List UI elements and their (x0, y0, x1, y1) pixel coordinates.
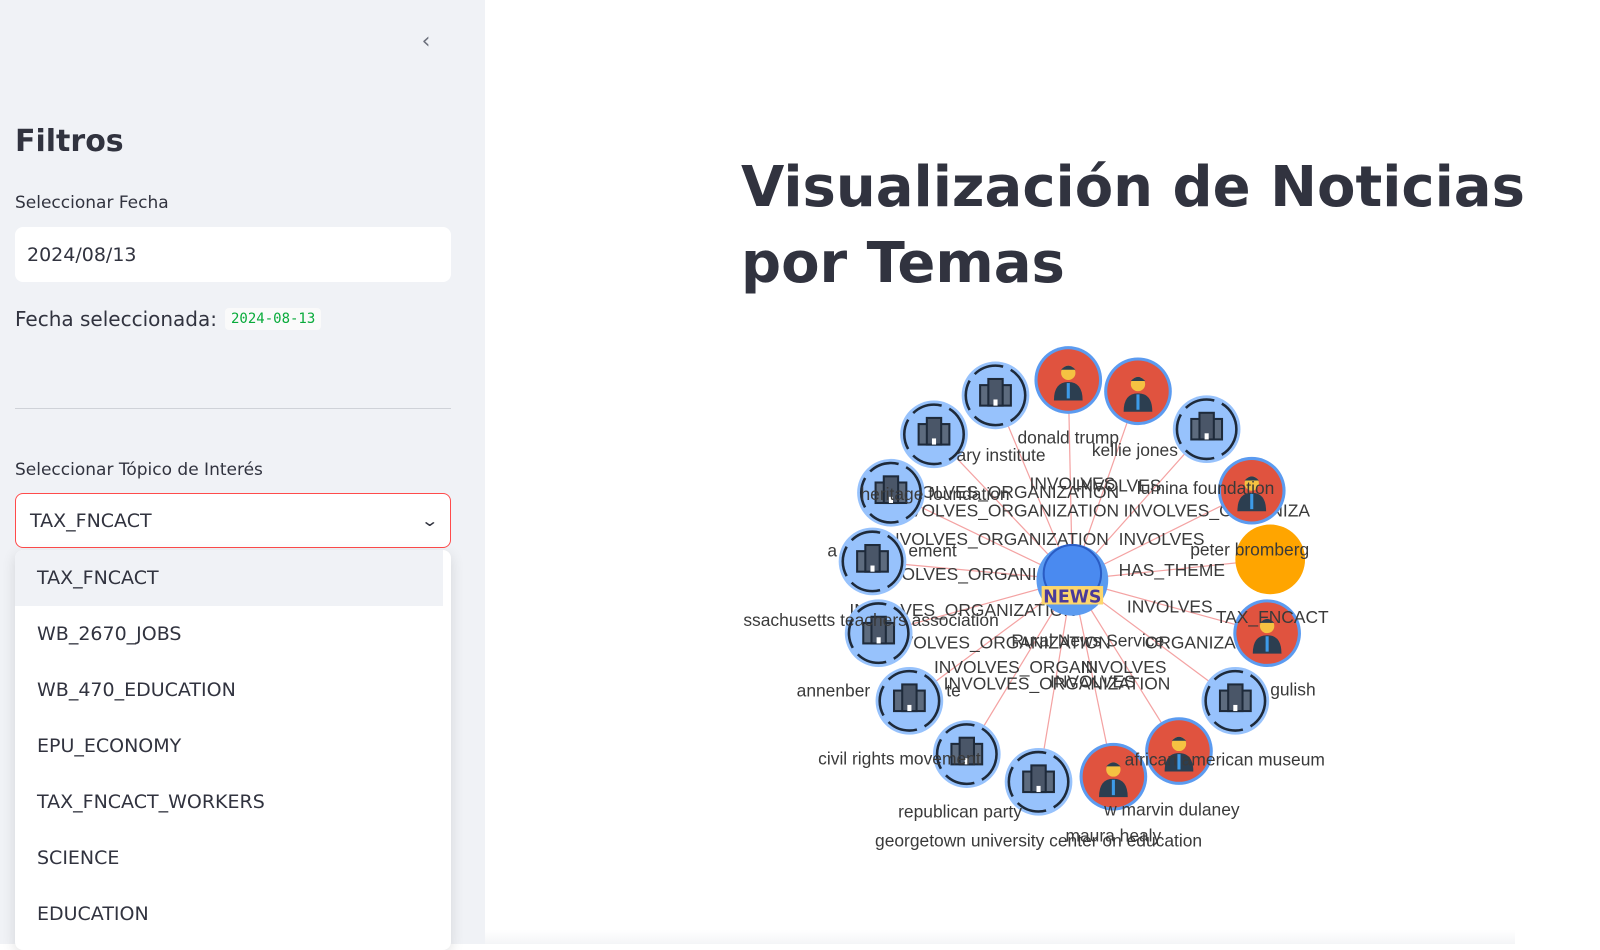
chevron-down-icon: ⌄ (419, 511, 439, 530)
sidebar: ‹ Filtros Seleccionar Fecha Fecha selecc… (0, 0, 485, 950)
topic-select-value: TAX_FNCACT (30, 509, 152, 532)
edge-label: INVOLVES (1127, 597, 1213, 617)
topic-select[interactable]: TAX_FNCACT ⌄ (15, 493, 451, 548)
footer-shadow (485, 930, 1515, 944)
node-label: gulish (1270, 680, 1315, 700)
theme-node[interactable] (1235, 524, 1306, 595)
date-input[interactable] (15, 227, 451, 282)
topic-option[interactable]: TAX_FNCACT (15, 550, 443, 606)
node-label: african american museum (1125, 749, 1325, 769)
topic-option[interactable]: SCIENCE (15, 830, 443, 886)
divider (15, 408, 451, 409)
topic-option[interactable]: EDUCATION (15, 886, 443, 942)
selected-date-value: 2024-08-13 (225, 308, 322, 330)
news-label: NEWS (1043, 587, 1101, 607)
selected-date-label: Fecha seleccionada: (15, 307, 217, 331)
page-title: Visualización de Noticias por Temas (741, 155, 1525, 296)
date-label: Seleccionar Fecha (15, 193, 169, 213)
organization-node[interactable] (1172, 395, 1241, 464)
node-label: a (827, 540, 837, 560)
node-label: annenber (797, 681, 871, 701)
node-label: peter bromberg (1190, 539, 1309, 559)
topic-option[interactable]: TAX_FNCACT_WORKERS (15, 774, 443, 830)
sidebar-heading: Filtros (15, 124, 124, 159)
node-label: w marvin dulaney (1103, 800, 1240, 820)
topic-option[interactable]: EPU_ECONOMY (15, 718, 443, 774)
node-label: georgetown university center on educatio… (875, 830, 1202, 850)
chevron-left-icon[interactable]: ‹ (412, 28, 440, 56)
node-label: civil rights movement (818, 748, 981, 768)
organization-node[interactable] (961, 361, 1030, 430)
node-label: ssachusetts teachers association (743, 610, 998, 630)
organization-node[interactable] (838, 527, 907, 596)
node-label: ary institute (957, 445, 1046, 465)
node-label: lumina foundation (1137, 478, 1274, 498)
organization-node[interactable] (875, 667, 944, 735)
topic-label: Seleccionar Tópico de Interés (15, 460, 263, 480)
node-label: Rural News Service (1011, 631, 1164, 651)
topic-dropdown: TAX_FNCACT WB_2670_JOBS WB_470_EDUCATION… (15, 550, 451, 950)
node-label: heritage foundation (861, 484, 1010, 504)
edge-label: INVOLVES (1050, 672, 1136, 692)
topic-option[interactable]: WB_2670_JOBS (15, 606, 443, 662)
node-label: republican party (898, 802, 1022, 822)
node-label: ement (908, 540, 957, 560)
node-label: te (946, 681, 961, 701)
topic-option[interactable]: WB_470_EDUCATION (15, 662, 443, 718)
news-network-graph[interactable]: INVOLVES_ORGANIZATIONINVOLVES_ORGANIZATI… (739, 339, 1375, 872)
organization-node[interactable] (1201, 667, 1270, 735)
node-label: kellie jones (1092, 440, 1178, 460)
person-node[interactable] (1104, 357, 1172, 426)
selected-date-row: Fecha seleccionada: 2024-08-13 (15, 307, 322, 331)
person-node[interactable] (1034, 346, 1103, 414)
edge-label: HAS_THEME (1119, 560, 1225, 580)
news-globe-icon[interactable]: NEWS (1036, 543, 1109, 616)
node-label: TAX_FNCACT (1216, 607, 1329, 627)
